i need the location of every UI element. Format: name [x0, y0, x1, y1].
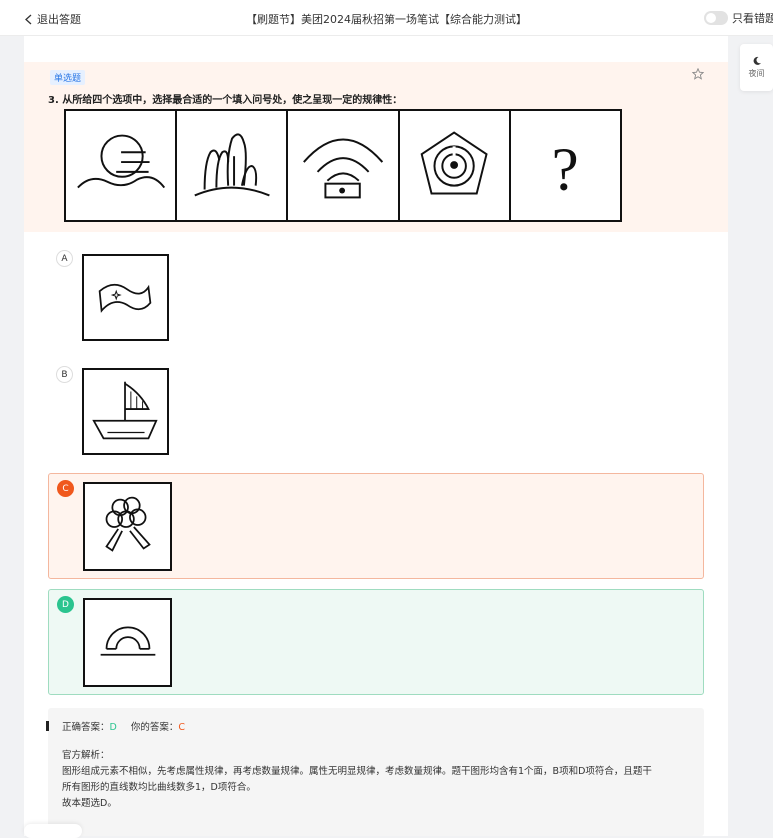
analysis-heading: 官方解析：	[62, 750, 110, 761]
question-figure-sequence: ?	[64, 109, 622, 222]
sailboat-icon	[92, 381, 158, 440]
option-d-letter: D	[57, 596, 74, 613]
option-a[interactable]: A	[48, 244, 704, 354]
moon-icon	[753, 56, 761, 65]
star-icon[interactable]	[692, 68, 704, 80]
your-answer-label: 你的答案：	[130, 722, 179, 733]
option-c[interactable]: C	[48, 473, 704, 579]
analysis-conclusion: 故本题选D。	[62, 798, 117, 809]
analysis-body-line1: 图形组成元素不相似，先考虑属性规律，再考虑数量规律。属性无明显规律，考虑数量规律…	[62, 766, 652, 777]
correct-answer-label: 正确答案：	[62, 722, 110, 733]
top-bar: 退出答题 【刷题节】美团2024届秋招第一场笔试【综合能力测试】 只看错题	[0, 0, 773, 36]
answer-analysis-panel: 正确答案：D 你的答案：C 官方解析： 图形组成元素不相似，先考虑属性规律，再考…	[48, 708, 704, 836]
half-circle-icon	[100, 626, 156, 656]
question-type-badge: 单选题	[50, 70, 86, 85]
figure-1-sun-sea	[66, 111, 178, 220]
answer-summary: 正确答案：D 你的答案：C	[62, 720, 690, 736]
correct-answer-value: D	[109, 722, 117, 733]
option-b[interactable]: B	[48, 360, 704, 470]
svg-text:?: ?	[551, 137, 578, 204]
option-c-figure	[83, 482, 172, 571]
flowers-icon	[105, 496, 151, 552]
option-a-letter: A	[56, 250, 73, 267]
night-mode-button[interactable]: 夜间	[740, 44, 773, 91]
your-answer: 你的答案：C	[131, 720, 185, 736]
figure-4-pentagon	[400, 111, 511, 220]
section-marker	[46, 721, 49, 731]
page-title: 【刷题节】美团2024届秋招第一场笔试【综合能力测试】	[246, 13, 527, 26]
question-text: 3. 从所给四个选项中，选择最合适的一个填入问号处，使之呈现一定的规律性：	[48, 95, 403, 106]
question-card: 单选题 3. 从所给四个选项中，选择最合适的一个填入问号处，使之呈现一定的规律性…	[24, 36, 728, 836]
only-wrong-toggle[interactable]	[704, 11, 728, 25]
only-wrong-toggle-group[interactable]: 只看错题	[704, 10, 773, 26]
your-answer-value: C	[178, 722, 185, 733]
option-c-letter: C	[57, 480, 74, 497]
bottom-toolbar-handle[interactable]	[24, 824, 82, 838]
option-a-figure	[82, 254, 169, 341]
figure-3-signal-box	[288, 111, 400, 220]
correct-answer: 正确答案：D	[62, 720, 117, 736]
figure-5-question-mark: ?	[511, 111, 620, 220]
option-d-figure	[83, 598, 172, 687]
only-wrong-label: 只看错题	[732, 12, 773, 25]
night-mode-label: 夜间	[748, 69, 765, 78]
analysis-body-line2: 所有图形的直线数均比曲线数多1，D项符合。	[62, 782, 256, 793]
option-d[interactable]: D	[48, 589, 704, 695]
option-b-letter: B	[56, 366, 73, 383]
question-header: 单选题 3. 从所给四个选项中，选择最合适的一个填入问号处，使之呈现一定的规律性…	[24, 62, 728, 232]
figure-2-mountains	[177, 111, 289, 220]
flag-icon	[98, 283, 152, 313]
option-b-figure	[82, 368, 169, 455]
